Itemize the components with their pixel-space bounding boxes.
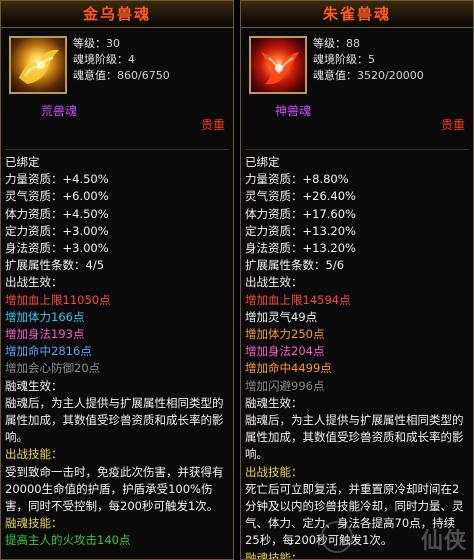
attribute-line: 灵气资质：+6.00% (5, 189, 109, 204)
golden-crow-soul-icon[interactable] (9, 36, 67, 94)
attribute-line: 融魂生效： (245, 395, 303, 410)
attribute-line: 增加体力166点 (5, 309, 85, 324)
type-row: 神兽魂 贵重 (241, 102, 473, 132)
stage-label: 魂境阶级： (73, 53, 128, 66)
watermark-logo (321, 521, 353, 553)
level-label: 等级： (73, 37, 106, 50)
attribute-line: 融魂生效： (5, 378, 63, 393)
attribute-line: 增加体力250点 (245, 327, 325, 342)
attribute-line: 身法资质：+13.20% (245, 241, 356, 256)
soul-type: 荒兽魂 (41, 104, 78, 118)
level-value: 30 (106, 37, 120, 50)
soul-card-jinwu: 金乌兽魂 等级： 30 魂境阶级： 4 魂意值： 860/6750 荒兽魂 贵重 已绑… (0, 0, 234, 560)
card-title: 金乌兽魂 (1, 1, 233, 28)
battle-skill-label: 出战技能： (245, 464, 303, 479)
attribute-line: 出战生效： (245, 275, 303, 290)
soul-type: 神兽魂 (275, 104, 312, 118)
attribute-line: 出战生效： (5, 275, 63, 290)
attribute-line: 体力资质：+17.60% (245, 206, 356, 221)
fuse-skill-description: 提高主人的火攻击140点 (5, 533, 131, 548)
attribute-line: 体力资质：+4.50% (5, 206, 109, 221)
attribute-line: 力量资质：+4.50% (5, 172, 109, 187)
attribute-line: 增加会心防御20点 (5, 361, 101, 376)
level-value: 88 (346, 37, 360, 50)
fuse-description: 融魂后，为主人提供与扩展属性相同类型的属性加成，其数值受珍兽资质和成长率的影响。 (245, 413, 464, 462)
attribute-list: 已绑定力量资质：+4.50% 灵气资质：+6.00% 体力资质：+4.50% 定力资质… (5, 149, 229, 559)
precious-badge: 贵重 (200, 118, 225, 132)
attribute-line: 增加灵气49点 (245, 309, 318, 324)
attribute-line: 扩展属性条数：4/5 (5, 258, 105, 273)
fuse-description: 融魂后，为主人提供与扩展属性相同类型的属性加成，其数值受珍兽资质和成长率的影响。 (5, 395, 224, 445)
level-label: 等级： (313, 37, 346, 50)
stage-value: 5 (368, 53, 375, 66)
battle-skill-description: 受到致命一击时，免疫此次伤害，并获得有20000生命值的护盾，护盾承受100%伤… (5, 464, 224, 514)
will-label: 魂意值： (73, 69, 117, 82)
soul-stats: 等级： 88 魂境阶级： 5 魂意值： 3520/20000 (313, 36, 424, 84)
attribute-line: 身法资质：+3.00% (5, 241, 109, 256)
attribute-line: 增加命中4499点 (245, 361, 332, 376)
card-header: 等级： 30 魂境阶级： 4 魂意值： 860/6750 (1, 28, 233, 102)
attribute-line: 定力资质：+13.20% (245, 223, 356, 238)
soul-card-zhuque: 朱雀兽魂 等级： 88 魂境阶级： 5 魂意值： 3520/20000 神兽魂 贵重 … (240, 0, 474, 560)
attribute-line: 灵气资质：+26.40% (245, 189, 356, 204)
stage-value: 4 (128, 53, 135, 66)
attribute-line: 已绑定 (245, 155, 280, 169)
attribute-line: 增加闪避996点 (245, 378, 325, 393)
fuse-skill-label: 融魂技能： (5, 516, 63, 531)
attribute-line: 增加血上限11050点 (5, 292, 111, 307)
type-row: 荒兽魂 贵重 (1, 102, 233, 132)
card-title: 朱雀兽魂 (241, 1, 473, 28)
attribute-list: 已绑定力量资质：+8.80% 灵气资质：+26.40% 体力资质：+17.60% 定力… (245, 149, 469, 559)
will-value: 860/6750 (117, 69, 170, 82)
will-value: 3520/20000 (357, 69, 424, 82)
watermark: 仙侠 (420, 529, 467, 554)
card-header: 等级： 88 魂境阶级： 5 魂意值： 3520/20000 (241, 28, 473, 102)
will-label: 魂意值： (313, 69, 357, 82)
precious-badge: 贵重 (440, 118, 465, 132)
attribute-line: 增加身法204点 (245, 344, 325, 359)
battle-skill-label: 出战技能： (5, 447, 63, 462)
attribute-line: 增加身法193点 (5, 327, 85, 342)
attribute-line: 增加命中2816点 (5, 344, 92, 359)
attribute-line: 已绑定 (5, 155, 40, 169)
stage-label: 魂境阶级： (313, 53, 368, 66)
attribute-line: 定力资质：+3.00% (5, 223, 109, 238)
attribute-line: 力量资质：+8.80% (245, 172, 349, 187)
soul-stats: 等级： 30 魂境阶级： 4 魂意值： 860/6750 (73, 36, 170, 84)
attribute-line: 增加血上限14594点 (245, 292, 351, 307)
attribute-line: 扩展属性条数：5/6 (245, 258, 345, 273)
vermilion-bird-soul-icon[interactable] (249, 36, 307, 94)
